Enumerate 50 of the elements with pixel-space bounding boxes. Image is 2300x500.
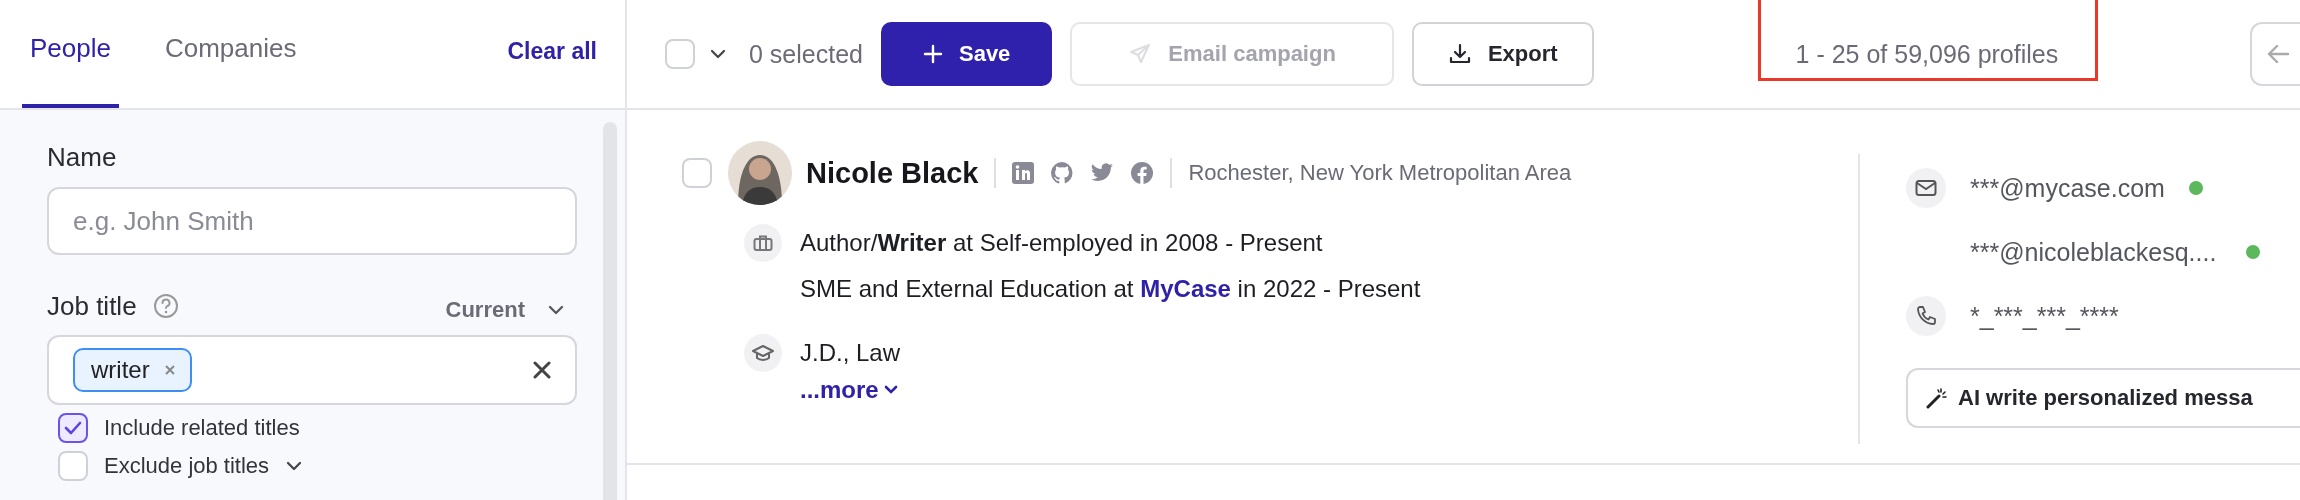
export-button[interactable]: Export — [1411, 22, 1594, 86]
education-text: J.D., Law — [800, 339, 901, 367]
checkbox-label: Include related titles — [104, 415, 300, 441]
row-checkbox[interactable] — [682, 158, 712, 188]
linkedin-icon[interactable] — [1012, 162, 1035, 184]
person-name[interactable]: Nicole Black — [806, 156, 979, 190]
tab[interactable]: Companies — [164, 0, 297, 108]
previous-page-button[interactable] — [2250, 22, 2300, 86]
clear-all-link[interactable]: Clear all — [501, 37, 603, 71]
checkbox-label: Exclude job titles — [104, 453, 270, 479]
field-label: Name — [47, 142, 118, 173]
clear-icon[interactable] — [533, 361, 551, 379]
graduation-cap-icon — [744, 334, 782, 372]
job-experience: SME and External Education at MyCase in 2022 - Present — [800, 275, 1421, 303]
chevron-down-icon — [709, 48, 727, 60]
job-experience: Author/Writer at Self-employed in 2008 - Present — [800, 229, 1323, 257]
paper-plane-icon — [1128, 42, 1153, 66]
facebook-icon[interactable] — [1130, 161, 1155, 185]
plus-icon — [922, 44, 943, 64]
results-count: 1 - 25 of 59,096 profiles — [1787, 39, 2067, 69]
job-title-input[interactable]: writer — [47, 335, 577, 405]
chevron-down-icon — [547, 304, 565, 316]
name-input[interactable]: e.g. John Smith — [47, 187, 577, 255]
chevron-down-icon[interactable] — [285, 460, 304, 472]
scope-dropdown[interactable]: Current — [445, 289, 577, 323]
help-icon[interactable] — [152, 293, 179, 319]
download-icon — [1447, 42, 1472, 66]
email-text: ***@nicoleblackesq.... — [1970, 237, 2217, 267]
chevron-down-icon — [882, 384, 899, 396]
briefcase-icon — [744, 224, 782, 262]
arrow-left-icon — [2266, 43, 2290, 65]
ai-message-button[interactable]: AI write personalized messa — [1906, 368, 2300, 428]
field-label: Job title — [47, 290, 137, 322]
save-button[interactable]: Save — [880, 22, 1053, 86]
location-text: Rochester, New York Metropolitan Area — [1188, 160, 1572, 186]
checkmark-icon — [64, 421, 82, 435]
email-text: ***@mycase.com — [1970, 173, 2165, 203]
envelope-icon — [1906, 168, 1946, 208]
remove-icon[interactable] — [163, 364, 176, 376]
phone-text: *_***_***_**** — [1970, 301, 2119, 331]
phone-icon — [1906, 296, 1946, 336]
select-all-checkbox[interactable] — [665, 39, 695, 69]
selected-count: 0 selected — [749, 39, 863, 69]
github-icon[interactable] — [1050, 161, 1075, 185]
bird-icon[interactable] — [1090, 163, 1115, 183]
more-link[interactable]: ...more — [800, 376, 899, 404]
tag-chip: writer — [73, 348, 192, 392]
company-link[interactable]: MyCase — [1140, 275, 1231, 302]
magic-wand-icon — [1926, 387, 1948, 409]
checkbox[interactable] — [58, 413, 88, 443]
